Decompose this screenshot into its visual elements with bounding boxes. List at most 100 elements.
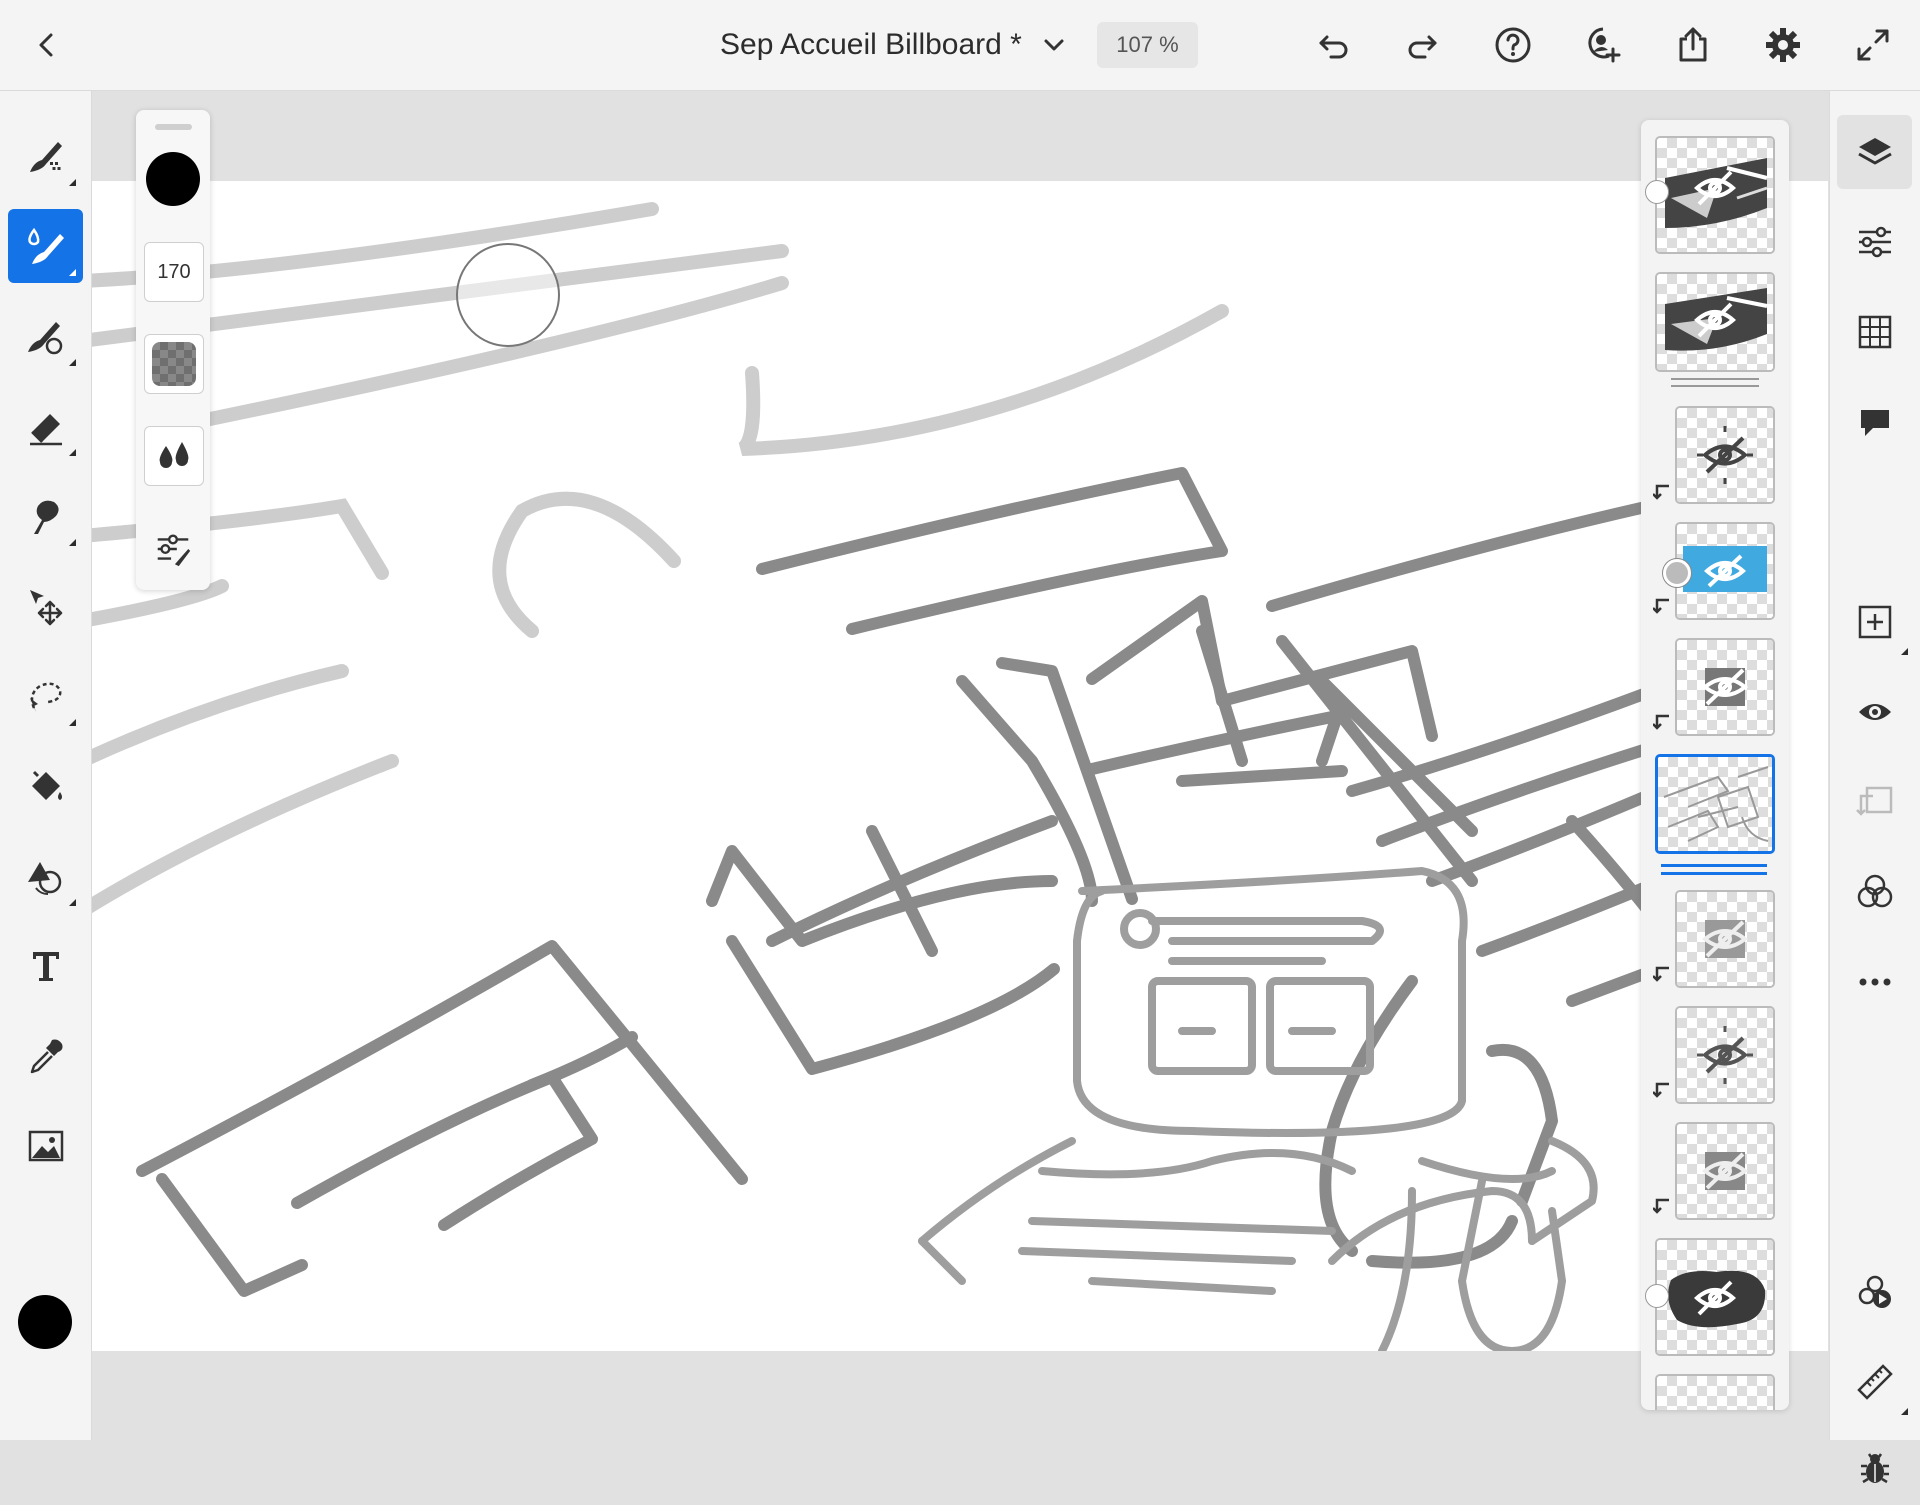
sketch-drawing xyxy=(92,202,1738,1351)
redo-icon[interactable] xyxy=(1400,22,1446,68)
panel-grip[interactable] xyxy=(155,124,192,130)
visibility-button[interactable] xyxy=(1837,675,1912,749)
blend-modes-button[interactable] xyxy=(1837,855,1912,929)
grid-button[interactable] xyxy=(1837,295,1912,369)
brush-color-swatch[interactable] xyxy=(146,152,200,206)
invite-icon[interactable] xyxy=(1580,22,1626,68)
layers-button[interactable] xyxy=(1837,115,1912,189)
layer-group-handle[interactable] xyxy=(1645,1284,1669,1308)
layer-thumbnail[interactable] xyxy=(1675,890,1775,988)
smudge-tool[interactable] xyxy=(8,479,83,553)
share-icon[interactable] xyxy=(1670,22,1716,68)
brush-flow-control[interactable] xyxy=(144,426,204,486)
add-layer-icon xyxy=(1858,605,1891,639)
clipping-arrow-icon xyxy=(1653,714,1669,730)
brush-properties-panel: 170 xyxy=(136,110,210,590)
layer-thumbnail[interactable] xyxy=(1655,272,1775,372)
brush-size-field[interactable]: 170 xyxy=(144,242,204,302)
blend-modes-icon xyxy=(1857,874,1892,908)
artboard[interactable] xyxy=(92,181,1828,1351)
selected-indicator xyxy=(1661,872,1767,875)
top-bar: Sep Accueil Billboard * 107 % xyxy=(0,0,1920,91)
type-icon xyxy=(32,952,59,981)
clipping-arrow-icon xyxy=(1653,1198,1669,1214)
bug-icon xyxy=(1860,1453,1889,1484)
brush-settings-icon xyxy=(157,534,191,567)
image-icon xyxy=(28,1130,63,1162)
pixel-brush-tool[interactable] xyxy=(8,119,83,193)
livestream-icon xyxy=(1858,1275,1891,1308)
back-icon[interactable] xyxy=(24,22,70,68)
layer-thumbnail[interactable] xyxy=(1675,638,1775,736)
layer-thumbnail[interactable] xyxy=(1655,1374,1775,1410)
eye-icon xyxy=(1858,704,1891,720)
eraser-tool[interactable] xyxy=(8,389,83,463)
eyedropper-icon xyxy=(30,1039,62,1074)
livestream-button[interactable] xyxy=(1837,1255,1912,1329)
brush-settings-button[interactable] xyxy=(144,520,202,578)
fill-tool[interactable] xyxy=(8,749,83,823)
pixel-brush-icon xyxy=(29,142,62,172)
eyedropper-tool[interactable] xyxy=(8,1019,83,1093)
opacity-checker-icon xyxy=(152,342,196,386)
layers-panel xyxy=(1641,120,1789,1410)
layer-thumbnail[interactable] xyxy=(1675,1122,1775,1220)
type-tool[interactable] xyxy=(8,929,83,1003)
debug-button[interactable] xyxy=(1837,1431,1912,1505)
undo-icon[interactable] xyxy=(1310,22,1356,68)
zoom-level[interactable]: 107 % xyxy=(1097,22,1198,68)
help-icon[interactable] xyxy=(1490,22,1536,68)
add-layer-button[interactable] xyxy=(1837,585,1912,659)
canvas-area[interactable] xyxy=(92,91,1828,1440)
ruler-button[interactable] xyxy=(1837,1345,1912,1419)
brush-cursor xyxy=(456,243,560,347)
clipping-mask-icon xyxy=(1855,786,1892,816)
layer-group-handle[interactable] xyxy=(1645,180,1669,204)
vector-brush-icon xyxy=(27,227,64,264)
clipping-mask-button[interactable] xyxy=(1837,765,1912,839)
clipping-arrow-icon xyxy=(1653,1082,1669,1098)
more-icon xyxy=(1859,978,1890,986)
layers-icon xyxy=(1857,138,1892,165)
layer-group-handle[interactable] xyxy=(1663,559,1691,587)
settings-icon[interactable] xyxy=(1760,22,1806,68)
brush-opacity-control[interactable] xyxy=(144,334,204,394)
selection-tool[interactable] xyxy=(8,659,83,733)
layer-properties-button[interactable] xyxy=(1837,205,1912,279)
fullscreen-icon[interactable] xyxy=(1850,22,1896,68)
layer-thumbnail[interactable] xyxy=(1655,136,1775,254)
group-divider xyxy=(1671,385,1759,387)
grid-icon xyxy=(1858,315,1891,349)
current-color-swatch[interactable] xyxy=(18,1295,72,1349)
document-title[interactable]: Sep Accueil Billboard * xyxy=(720,28,1022,62)
selected-indicator xyxy=(1661,864,1767,867)
clipping-arrow-icon xyxy=(1653,966,1669,982)
layer-thumbnail-selected[interactable] xyxy=(1655,754,1775,854)
layer-thumbnail[interactable] xyxy=(1675,1006,1775,1104)
left-toolbar xyxy=(0,91,92,1440)
place-image-tool[interactable] xyxy=(8,1109,83,1183)
mixer-brush-tool[interactable] xyxy=(8,299,83,373)
group-divider xyxy=(1671,378,1759,380)
drops-icon xyxy=(159,442,189,468)
transform-tool[interactable] xyxy=(8,569,83,643)
eraser-icon xyxy=(29,414,62,446)
comments-button[interactable] xyxy=(1837,385,1912,459)
right-toolbar xyxy=(1829,91,1920,1484)
sliders-icon xyxy=(1858,226,1891,258)
shapes-icon xyxy=(27,862,61,895)
mixer-brush-icon xyxy=(27,322,62,355)
clipping-arrow-icon xyxy=(1653,598,1669,614)
layer-thumbnail[interactable] xyxy=(1675,406,1775,504)
layer-thumbnail[interactable] xyxy=(1655,1238,1775,1356)
comment-icon xyxy=(1860,410,1889,436)
brush-size-value: 170 xyxy=(157,260,191,283)
ruler-icon xyxy=(1856,1364,1893,1400)
transform-icon xyxy=(29,590,62,626)
vector-brush-tool[interactable] xyxy=(8,209,83,283)
clipping-arrow-icon xyxy=(1653,484,1669,500)
more-button[interactable] xyxy=(1837,945,1912,1019)
shapes-tool[interactable] xyxy=(8,839,83,913)
chevron-down-icon[interactable] xyxy=(1031,22,1077,68)
lasso-select-icon xyxy=(29,682,61,712)
